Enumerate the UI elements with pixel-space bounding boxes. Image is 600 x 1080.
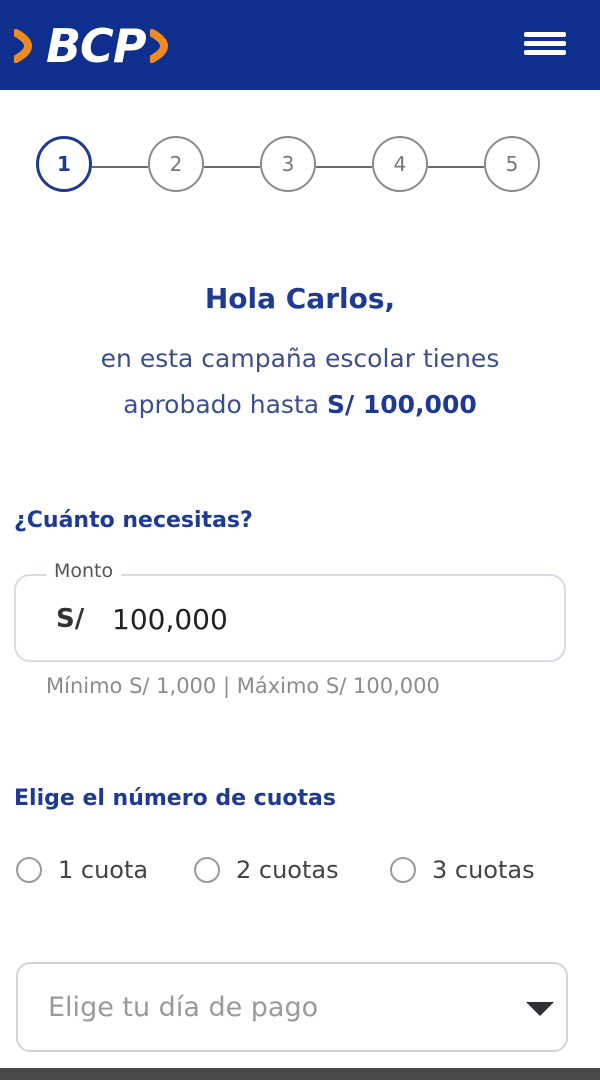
payment-day-select[interactable]: Elige tu día de pago	[16, 962, 568, 1052]
logo-text: BCP	[46, 19, 147, 73]
amount-field-legend: Monto	[46, 560, 122, 582]
payment-day-placeholder: Elige tu día de pago	[48, 992, 319, 1023]
radio-option-3-cuotas[interactable]: 3 cuotas	[390, 856, 535, 884]
radio-label: 1 cuota	[58, 856, 149, 884]
step-4: 4	[372, 136, 428, 192]
greeting-title: Hola Carlos,	[204, 282, 396, 315]
step-connector	[316, 166, 372, 168]
radio-circle-icon[interactable]	[390, 857, 416, 883]
radio-option-2-cuotas[interactable]: 2 cuotas	[194, 856, 339, 884]
step-2: 2	[148, 136, 204, 192]
radio-option-1-cuota[interactable]: 1 cuota	[16, 856, 148, 884]
logo-right-arc-icon	[149, 29, 168, 63]
step-connector	[204, 166, 260, 168]
logo-left-arc-icon	[14, 29, 32, 63]
progress-stepper: 1 2 3 4 5	[36, 136, 548, 198]
amount-question-label: ¿Cuánto necesitas?	[14, 508, 253, 533]
amount-field[interactable]: Monto S/	[14, 560, 566, 662]
step-connector	[92, 166, 148, 168]
step-5: 5	[484, 136, 540, 192]
greeting-line-1: en esta campaña escolar tienes	[100, 344, 500, 373]
approved-amount: S/ 100,000	[327, 390, 477, 419]
radio-label: 3 cuotas	[432, 856, 535, 884]
amount-limits: Mínimo S/ 1,000 | Máximo S/ 100,000	[46, 674, 440, 698]
radio-label: 2 cuotas	[236, 856, 339, 884]
greeting-line-2: aprobado hasta S/ 100,000	[0, 390, 600, 419]
greeting-line-2-prefix: aprobado hasta	[123, 390, 328, 419]
hamburger-menu-icon[interactable]	[524, 28, 566, 64]
top-header: BCP	[0, 0, 600, 90]
quotas-label: Elige el número de cuotas	[14, 786, 336, 811]
amount-input[interactable]	[110, 594, 534, 644]
radio-circle-icon[interactable]	[194, 857, 220, 883]
bottom-edge-bar	[0, 1068, 600, 1080]
bcp-logo[interactable]: BCP	[14, 16, 178, 76]
step-1: 1	[36, 136, 92, 192]
currency-symbol: S/	[56, 604, 85, 634]
radio-circle-icon[interactable]	[16, 857, 42, 883]
step-3: 3	[260, 136, 316, 192]
step-connector	[428, 166, 484, 168]
caret-down-icon[interactable]	[526, 1002, 554, 1016]
